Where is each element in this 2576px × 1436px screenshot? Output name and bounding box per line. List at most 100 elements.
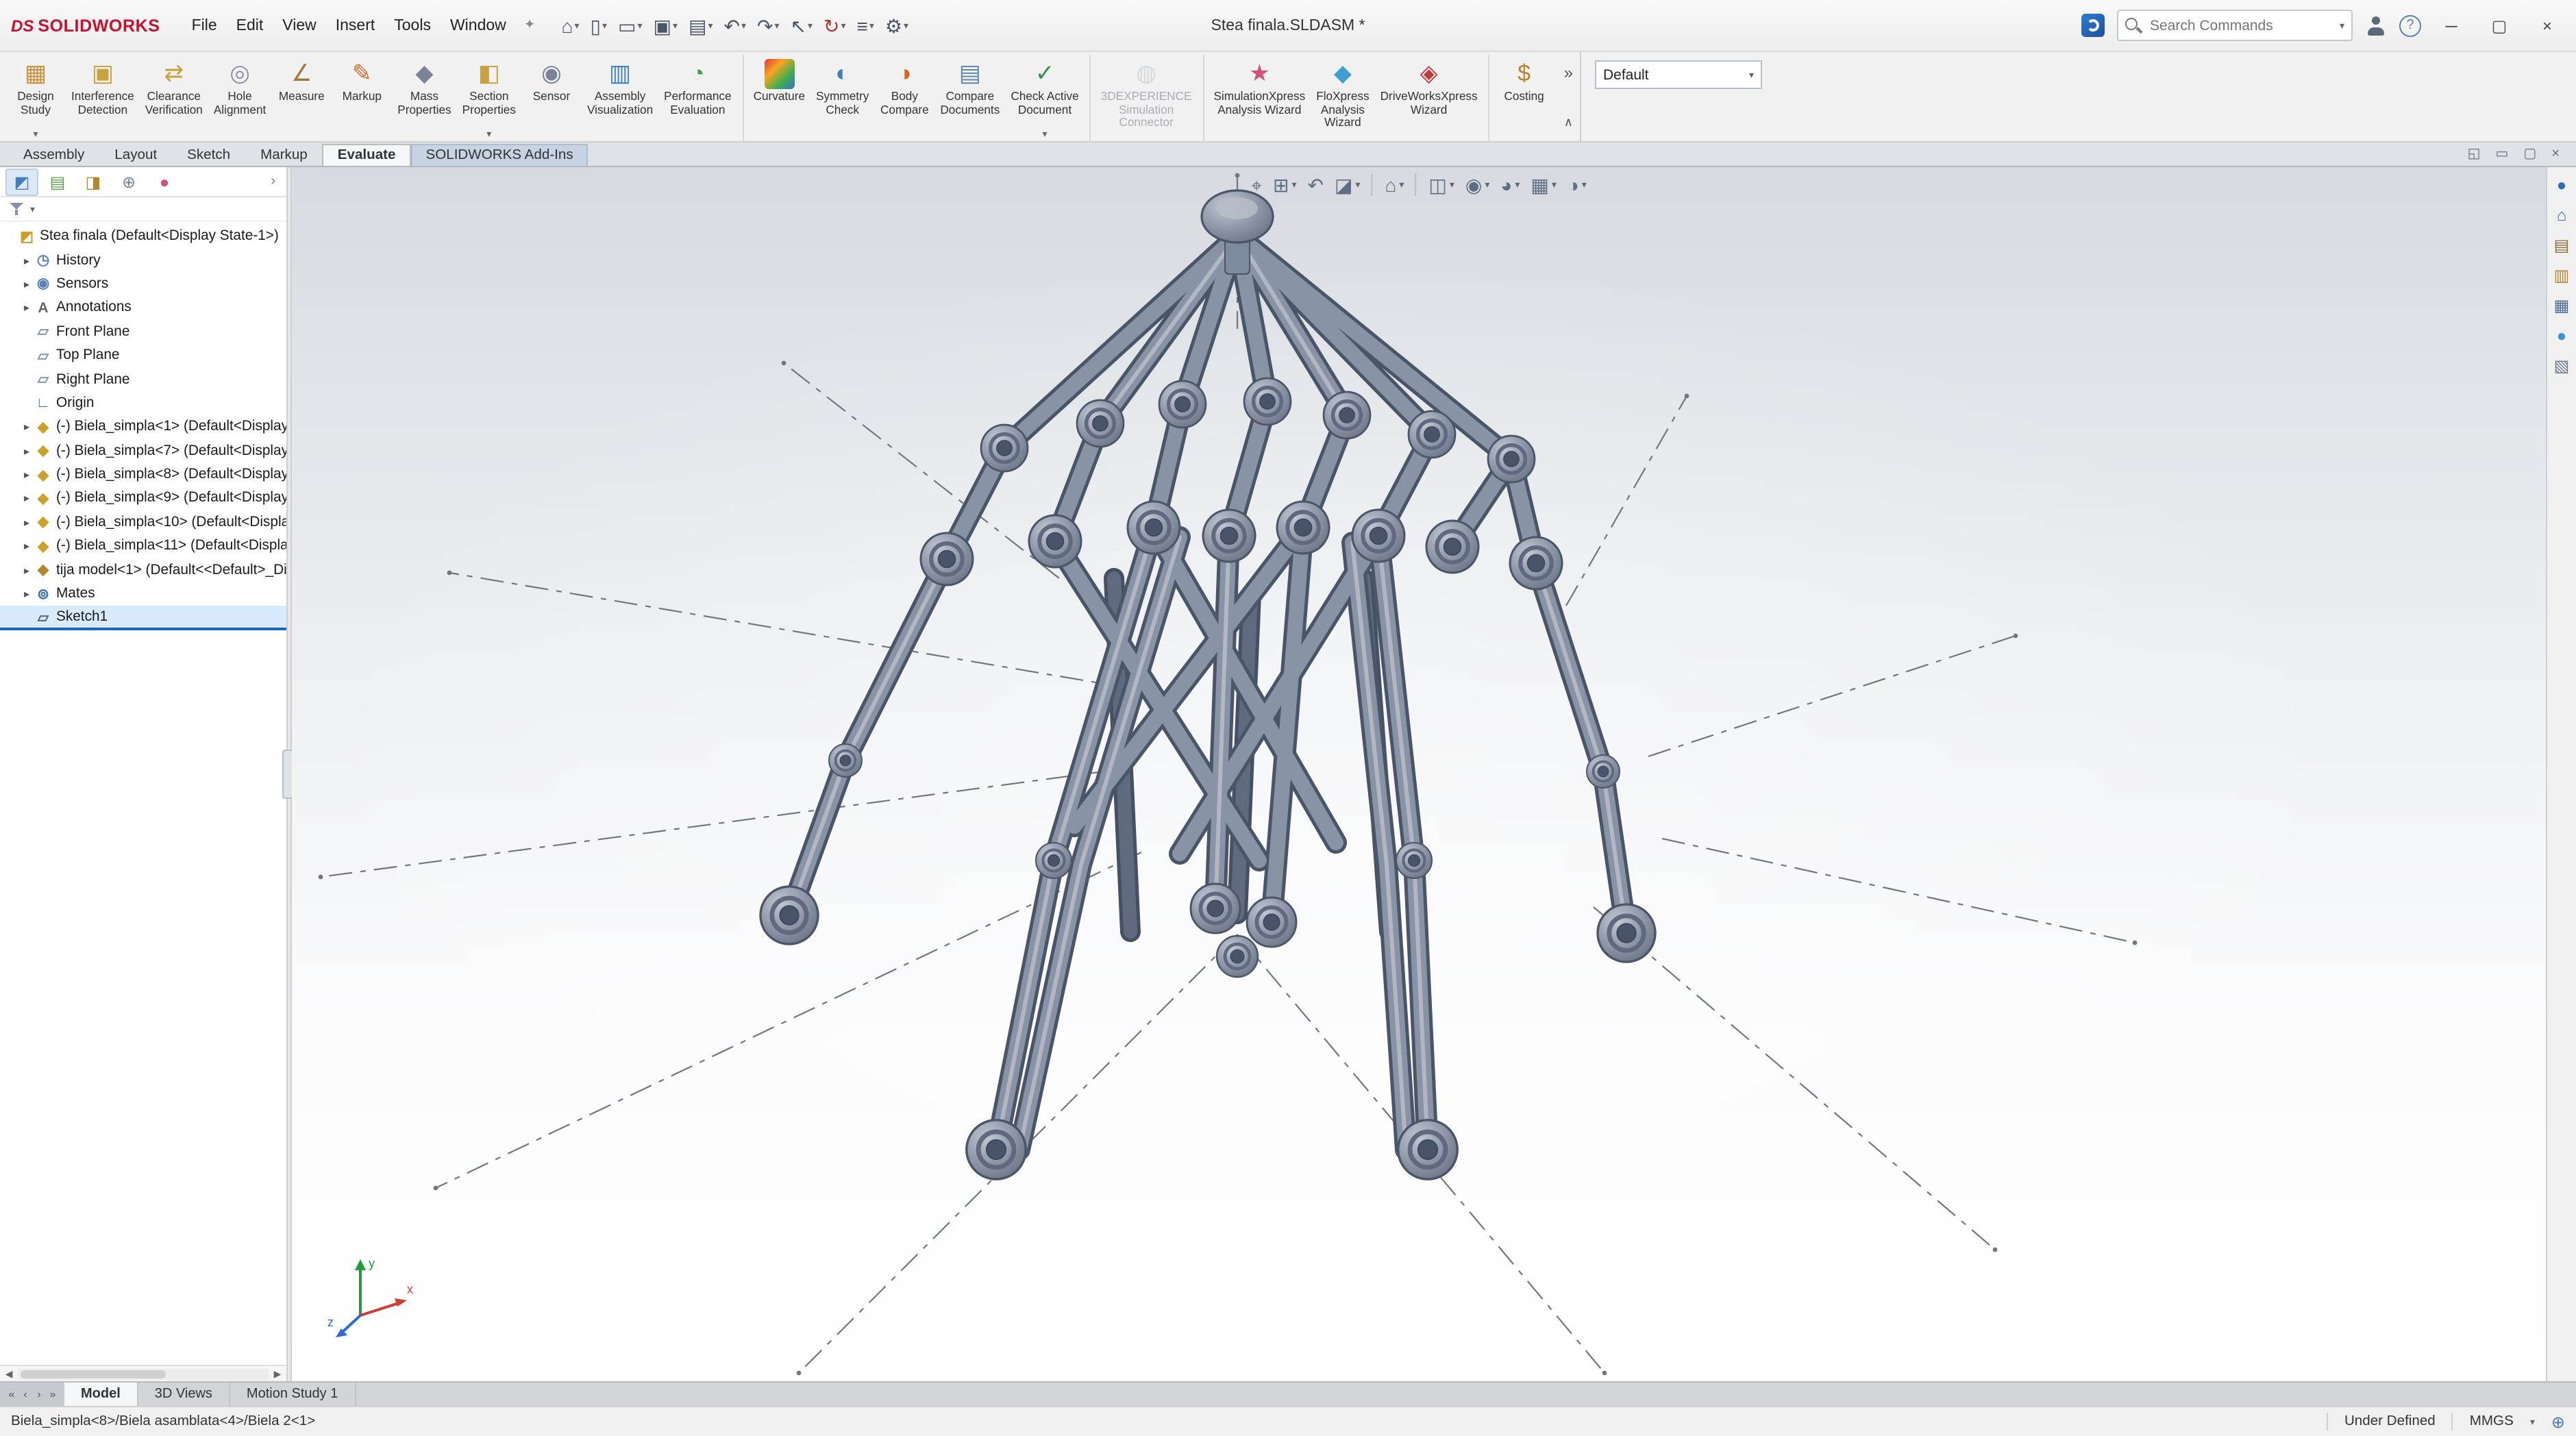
edit-appearance-button[interactable]: ◕ ▾ [1500,174,1520,196]
undo-button[interactable]: ↶ ▾ [720,13,751,38]
hide-show-items-button[interactable]: ◉ ▾ [1465,174,1489,196]
propertymanager-tab[interactable]: ▤ [41,168,74,195]
performance-evaluation-button[interactable]: ◔ Performance Evaluation ▾ [658,55,743,141]
globe-icon[interactable]: ⊕ [2551,1412,2565,1431]
tree-item-biela-simpla-1[interactable]: ◆ (-) Biela_simpla<1> (Default<Display S… [0,415,286,439]
assembly-model[interactable] [292,167,2546,1381]
ribbon-overflow-button[interactable]: » [1564,63,1573,82]
mass-properties-button[interactable]: ◆ Mass Properties ▾ [392,55,456,141]
search-input[interactable] [2147,16,2334,35]
taskpane-design-library-tab[interactable]: ▤ [2554,237,2570,255]
symmetry-check-button[interactable]: ◐ Symmetry Check ▾ [810,55,874,141]
file-properties-button[interactable]: ≡ ▾ [853,13,878,38]
expand-arrow-icon[interactable] [19,564,34,576]
expand-arrow-icon[interactable] [19,517,34,529]
maximize-button[interactable]: ▢ [2481,8,2517,43]
previous-view-button[interactable]: ↶ [1307,174,1323,196]
tree-item-assembly-root[interactable]: ◩ Stea finala (Default<Display State-1>) [0,225,286,249]
tab-scroll-icon[interactable]: « [5,1388,18,1400]
tab-assembly[interactable]: Assembly [8,144,99,166]
dimxpertmanager-tab[interactable]: ⊕ [112,168,145,195]
taskpane-3dexperience-tab[interactable]: ● [2557,177,2567,195]
open-document-button[interactable]: ▭ ▾ [614,13,647,38]
interference-detection-button[interactable]: ▣ Interference Detection ▾ [66,55,140,141]
tab-sketch[interactable]: Sketch [172,144,245,166]
menubar-item[interactable]: Tools [384,13,441,38]
driveworksxpress-wizard-button[interactable]: ◈ DriveWorksXpress Wizard ▾ [1375,55,1490,141]
3dexperience-simulation-connector-button[interactable]: ◍ 3DEXPERIENCE Simulation Connector ▾ [1095,55,1204,141]
menubar-item[interactable]: Window [441,13,516,38]
doc-window-close-button[interactable]: × [2551,147,2560,162]
tree-item-annotations[interactable]: A Annotations [0,296,286,320]
zoom-to-fit-button[interactable]: ⌖ [1251,174,1262,196]
ribbon-collapse-button[interactable]: ∧ [1564,115,1573,130]
save-button[interactable]: ▣ ▾ [649,13,682,38]
filter-funnel-icon[interactable] [10,201,25,216]
view-settings-button[interactable]: ◑ ▾ [1568,174,1587,196]
taskpane-appearances-tab[interactable]: ● [2557,327,2567,345]
view-orientation-button[interactable]: ⌂ ▾ [1371,174,1404,196]
user-account-icon[interactable] [2365,14,2387,36]
design-study-button[interactable]: ▦ Design Study ▾ [5,55,66,141]
markup-button[interactable]: ✎ Markup ▾ [332,55,392,141]
expand-arrow-icon[interactable] [19,493,34,505]
tree-item-tija-model[interactable]: ◆ tija model<1> (Default<<Default>_Disp [0,558,286,582]
clearance-verification-button[interactable]: ⇄ Clearance Verification ▾ [140,55,208,141]
menubar-item[interactable]: File [182,13,227,38]
motion-study-1-tab[interactable]: Motion Study 1 [230,1383,356,1406]
tree-item-biela-simpla-9[interactable]: ◆ (-) Biela_simpla<9> (Default<Display S… [0,487,286,511]
scrollbar-thumb[interactable] [21,1370,166,1378]
featuremanager-tree-tab[interactable]: ◩ [5,168,38,195]
home-button[interactable]: ⌂ ▾ [558,13,584,38]
chevron-down-icon[interactable]: ▾ [2530,1416,2535,1427]
filter-caret-icon[interactable]: ▾ [30,203,35,214]
tree-item-biela-simpla-11[interactable]: ◆ (-) Biela_simpla<11> (Default<Display … [0,534,286,558]
redo-button[interactable]: ↷ ▾ [753,13,784,38]
menubar-item[interactable]: View [273,13,325,38]
tree-item-biela-simpla-7[interactable]: ◆ (-) Biela_simpla<7> (Default<Display S… [0,439,286,463]
displaymanager-tab[interactable]: ● [148,168,181,195]
section-view-button[interactable]: ◪ ▾ [1335,174,1361,196]
tab-scroll-icon[interactable]: › [33,1388,45,1400]
search-commands-box[interactable]: ▾ [2117,10,2353,41]
expand-arrow-icon[interactable] [19,421,34,434]
tree-item-front-plane[interactable]: ▱ Front Plane [0,320,286,344]
model-tab[interactable]: Model [64,1383,138,1406]
tab-scroll-icon[interactable]: » [47,1388,59,1400]
tab-scroll-icon[interactable]: ‹ [19,1388,32,1400]
zoom-to-area-button[interactable]: ⊞ ▾ [1273,174,1297,196]
rebuild-button[interactable]: ↻ ▾ [819,13,850,38]
options-button[interactable]: ⚙ ▾ [881,13,913,38]
scroll-right-icon[interactable]: ▶ [269,1368,286,1379]
apply-scene-button[interactable]: ▦ ▾ [1531,174,1557,196]
tree-item-mates[interactable]: ⊚ Mates [0,582,286,606]
assembly-visualization-button[interactable]: ▥ Assembly Visualization ▾ [582,55,658,141]
tree-item-sketch1[interactable]: ▱ Sketch1 [0,606,286,630]
tree-item-biela-simpla-10[interactable]: ◆ (-) Biela_simpla<10> (Default<Display … [0,510,286,534]
configurationmanager-tab[interactable]: ◨ [77,168,110,195]
sensor-button[interactable]: ◉ Sensor ▾ [521,55,582,141]
scroll-left-icon[interactable]: ◀ [0,1368,18,1379]
tree-item-biela-simpla-8[interactable]: ◆ (-) Biela_simpla<8> (Default<Display S… [0,463,286,487]
3dexperience-badge-icon[interactable] [2081,14,2105,37]
section-properties-button[interactable]: ◧ Section Properties ▾ [457,55,521,141]
tree-item-origin[interactable]: ∟ Origin [0,391,286,415]
graphics-area[interactable]: ⌖ ⊞ ▾ ↶ ◪ ▾ [292,167,2546,1381]
doc-window-maximize-button[interactable]: ▢ [2523,147,2536,162]
taskpane-file-explorer-tab[interactable]: ▥ [2554,267,2570,285]
menubar-item[interactable]: Insert [326,13,385,38]
print-button[interactable]: ▤ ▾ [684,13,717,38]
tab-solidworks-add-ins[interactable]: SOLIDWORKS Add-Ins [411,144,589,166]
doc-window-restore-button[interactable]: ◱ [2468,147,2481,162]
floxpress-analysis-wizard-button[interactable]: ◆ FloXpress Analysis Wizard ▾ [1311,55,1374,141]
tree-item-right-plane[interactable]: ▱ Right Plane [0,368,286,392]
panel-horizontal-scrollbar[interactable]: ◀ ▶ [0,1365,286,1381]
expand-arrow-icon[interactable] [19,254,34,267]
help-button[interactable]: ? [2399,14,2421,36]
taskpane-view-palette-tab[interactable]: ▦ [2554,297,2570,315]
expand-arrow-icon[interactable] [19,541,34,553]
check-active-document-button[interactable]: ✓ Check Active Document ▾ [1005,55,1091,141]
taskpane-resources-tab[interactable]: ⌂ [2557,207,2567,225]
expand-arrow-icon[interactable] [19,302,34,314]
menubar-item[interactable]: Edit [227,13,273,38]
